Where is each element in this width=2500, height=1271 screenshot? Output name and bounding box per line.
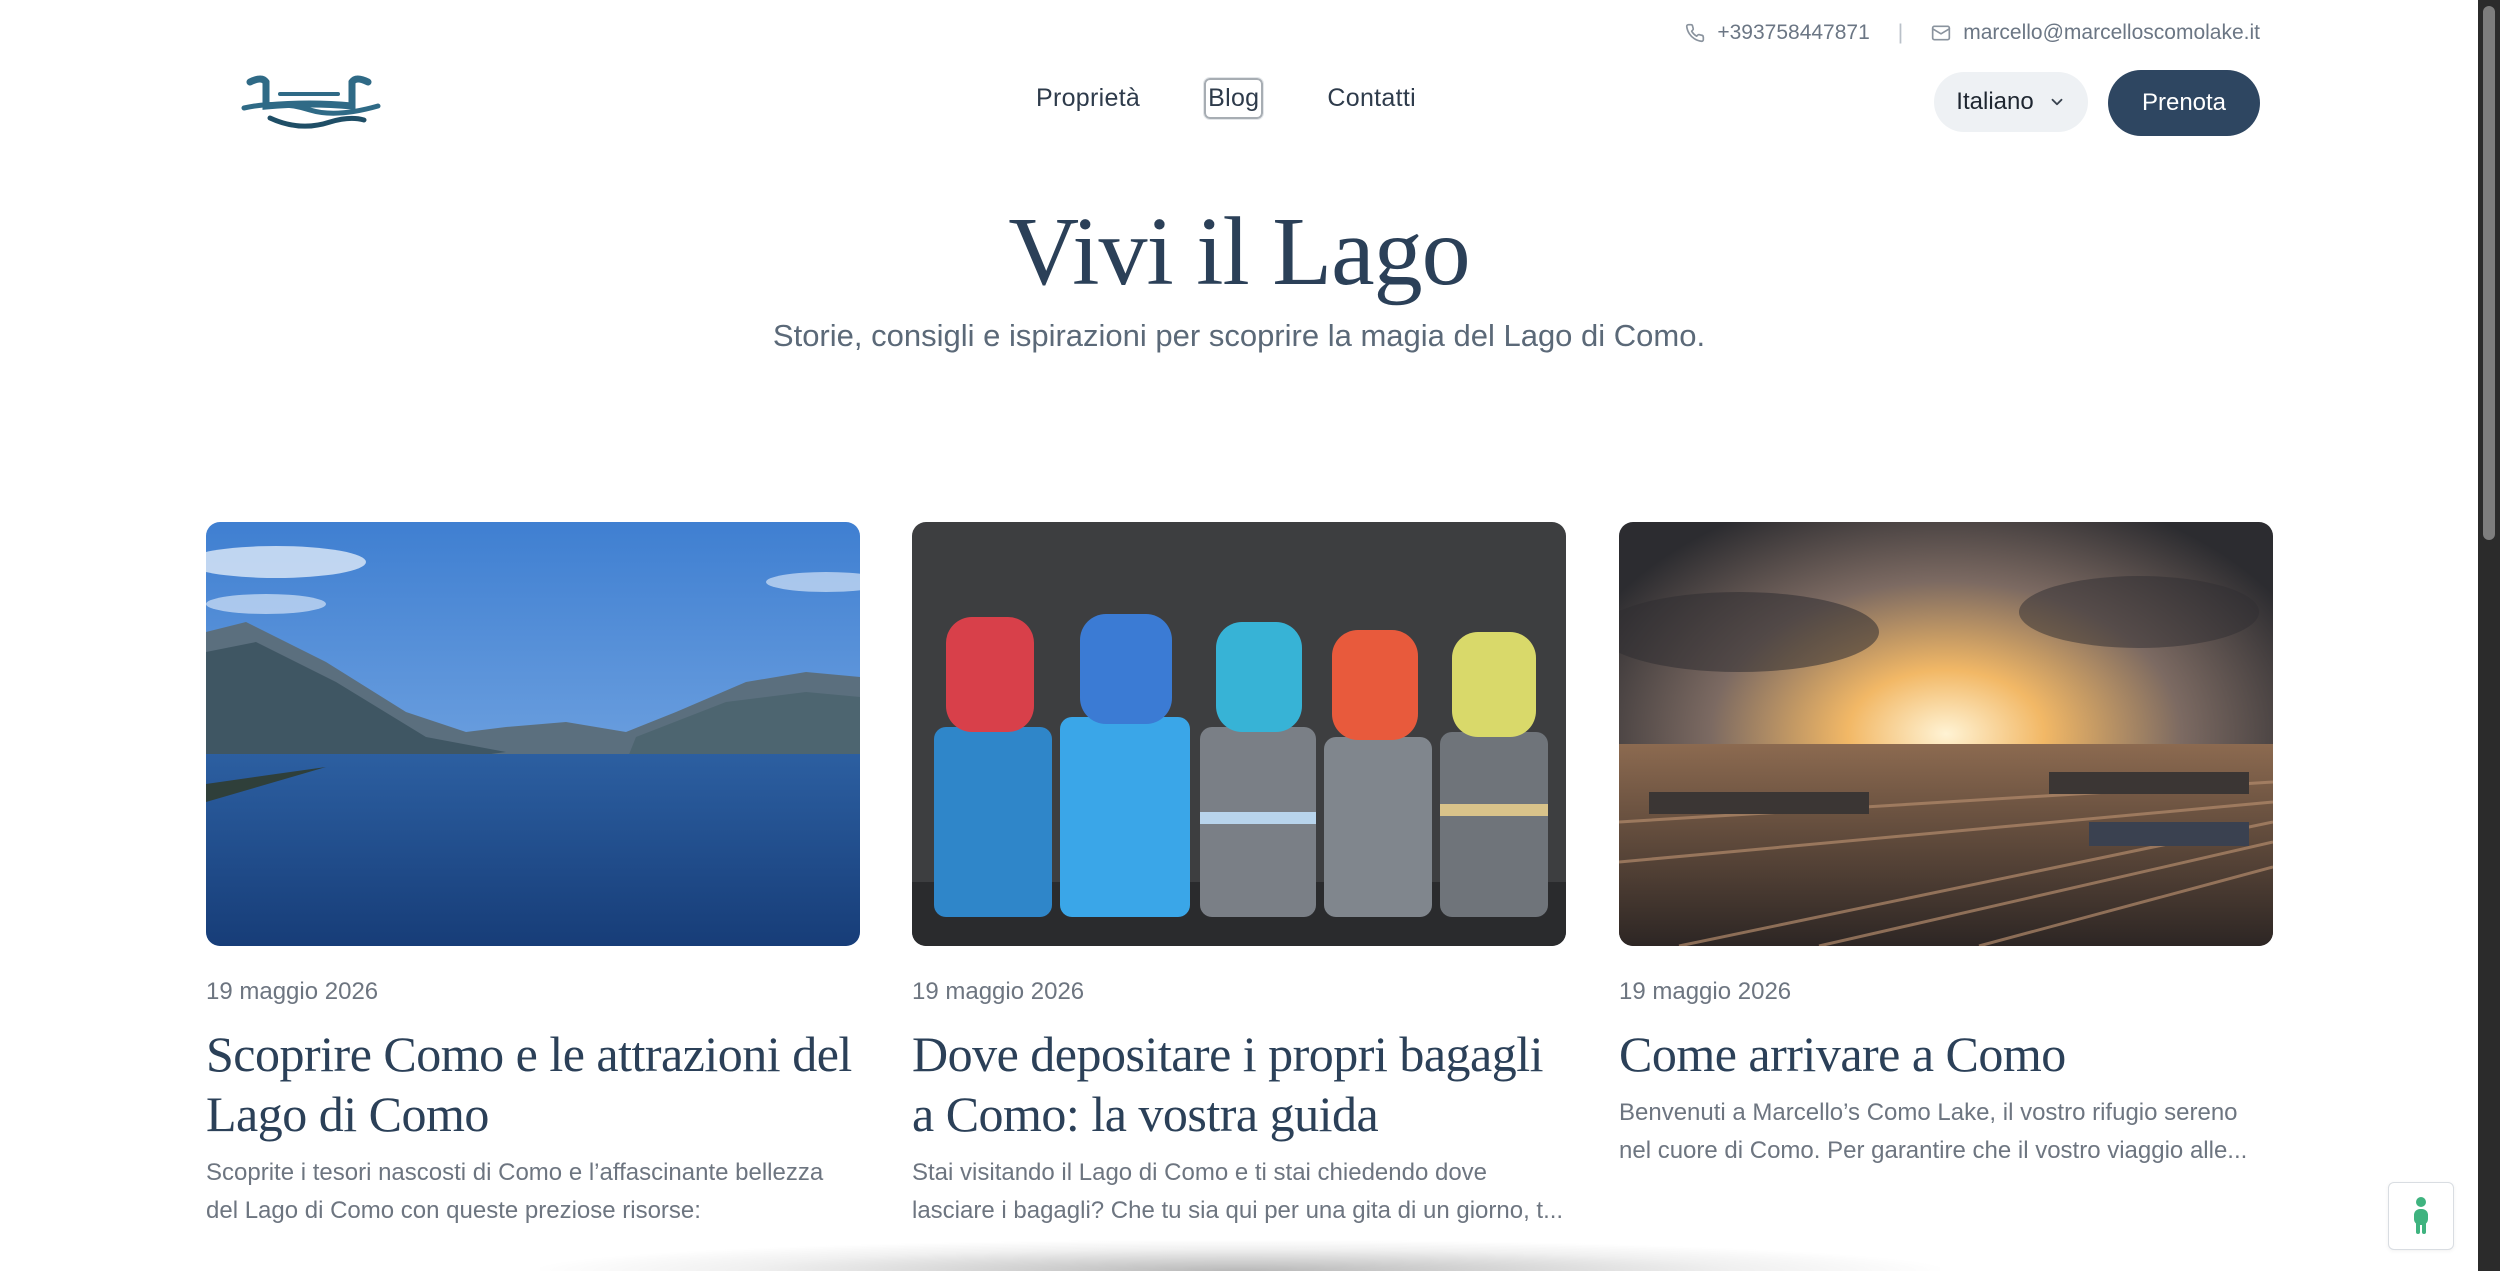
blog-card[interactable]: 19 maggio 2026 Dove depositare i propri …	[912, 522, 1566, 1230]
accessibility-icon	[2414, 1197, 2428, 1234]
post-title[interactable]: Dove depositare i propri bagagli a Como:…	[912, 1024, 1566, 1144]
railway-sunset-photo[interactable]	[1619, 522, 2273, 946]
contact-bar: +393758447871 | marcello@marcelloscomola…	[1685, 18, 2260, 48]
page-scrollbar[interactable]	[2478, 0, 2500, 1271]
page: +393758447871 | marcello@marcelloscomola…	[0, 0, 2478, 1271]
nav-link-blog[interactable]: Blog	[1203, 77, 1265, 120]
book-button[interactable]: Prenota	[2108, 70, 2260, 136]
post-date: 19 maggio 2026	[206, 978, 379, 1005]
language-label: Italiano	[1956, 88, 2034, 115]
phone-icon	[1686, 23, 1705, 43]
lake-logo-icon	[241, 75, 381, 129]
post-title[interactable]: Come arrivare a Como	[1619, 1024, 2273, 1084]
mail-icon	[1932, 25, 1951, 41]
post-excerpt: Stai visitando il Lago di Como e ti stai…	[912, 1159, 1564, 1224]
lake-photo[interactable]	[206, 522, 860, 946]
contact-separator: |	[1897, 21, 1904, 44]
post-date: 19 maggio 2026	[1619, 978, 1792, 1005]
email-address: marcello@marcelloscomolake.it	[1963, 21, 2260, 44]
page-subtitle: Storie, consigli e ispirazioni per scopr…	[772, 318, 1706, 353]
page-title: Vivi il Lago	[1008, 198, 1470, 306]
phone-link[interactable]: +393758447871	[1685, 21, 1870, 45]
nav-link-proprieta[interactable]: Proprietà	[1034, 78, 1142, 119]
chevron-down-icon	[2051, 98, 2063, 106]
post-date: 19 maggio 2026	[912, 978, 1085, 1005]
nav-link-contatti[interactable]: Contatti	[1325, 78, 1418, 119]
blog-card[interactable]: 19 maggio 2026 Scoprire Como e le attraz…	[206, 522, 860, 1230]
post-excerpt: Scoprite i tesori nascosti di Como e l’a…	[206, 1159, 824, 1224]
luggage-photo[interactable]	[912, 522, 1566, 946]
logo-link[interactable]	[240, 72, 382, 132]
post-excerpt: Benvenuti a Marcello’s Como Lake, il vos…	[1619, 1099, 2248, 1164]
main-nav: Proprietà Blog Contatti	[1034, 77, 1418, 120]
email-link[interactable]: marcello@marcelloscomolake.it	[1931, 21, 2260, 45]
language-selector[interactable]: Italiano	[1934, 72, 2088, 132]
post-title[interactable]: Scoprire Como e le attrazioni del Lago d…	[206, 1024, 860, 1144]
blog-card[interactable]: 19 maggio 2026 Come arrivare a Como Benv…	[1619, 522, 2273, 1170]
bottom-shadow	[540, 1240, 1940, 1271]
scrollbar-thumb[interactable]	[2483, 6, 2495, 540]
phone-number: +393758447871	[1717, 21, 1870, 44]
accessibility-button[interactable]	[2388, 1182, 2454, 1250]
